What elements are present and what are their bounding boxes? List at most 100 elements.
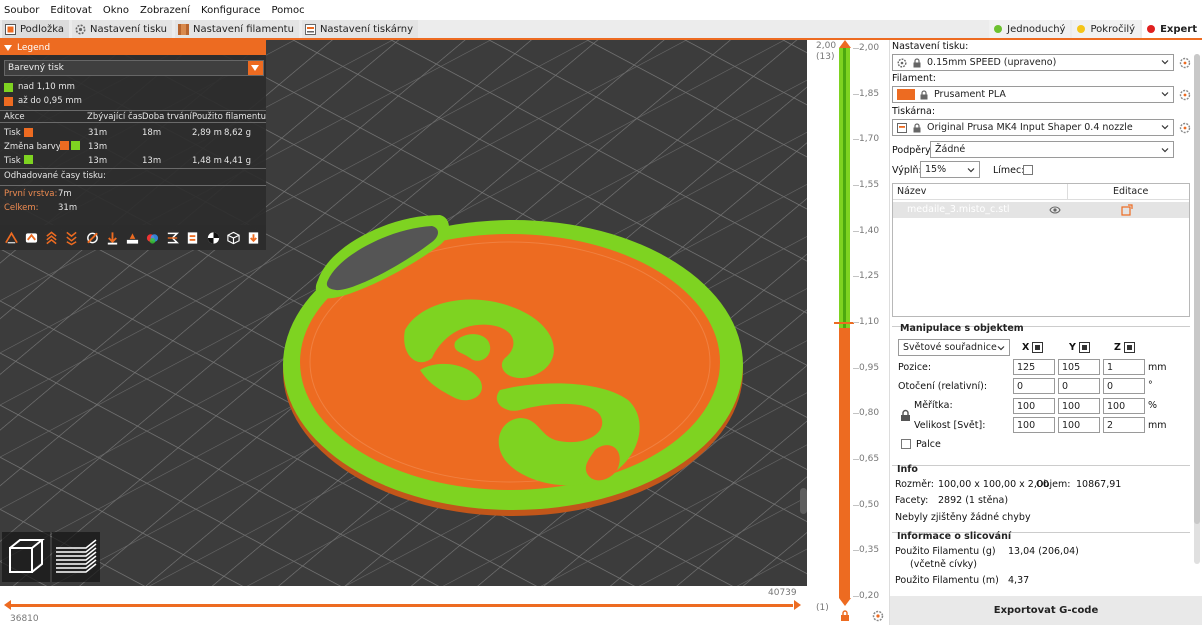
menu-configuration[interactable]: Konfigurace <box>201 5 260 16</box>
size-z-input[interactable]: 2 <box>1103 417 1145 433</box>
scale-y-input[interactable]: 100 <box>1058 398 1100 414</box>
rotation-y-input[interactable]: 0 <box>1058 378 1100 394</box>
size-label: Velikost [Svět]: <box>914 420 986 431</box>
tab-plater[interactable]: Podložka <box>2 20 70 38</box>
vslider-tick-label: 0,80 <box>859 408 880 419</box>
wipe-icon[interactable] <box>24 230 39 246</box>
print-profile-select[interactable]: 0.15mm SPEED (upraveno) <box>892 54 1174 71</box>
legend-toggle-icon[interactable] <box>246 230 261 246</box>
3d-view-button[interactable] <box>2 532 50 582</box>
chevron-down-icon <box>1161 92 1169 97</box>
menu-file[interactable]: Soubor <box>4 5 39 16</box>
tab-filament-settings[interactable]: Nastavení filamentu <box>175 20 299 38</box>
object-list[interactable]: Název Editace medaile_3.misto_c.stl <box>892 183 1190 317</box>
vslider-orange-range[interactable] <box>839 328 850 598</box>
drop-to-bed-icon[interactable] <box>1032 342 1043 353</box>
shells-icon[interactable] <box>206 230 221 246</box>
edit-preset-icon[interactable] <box>1179 122 1191 134</box>
inches-checkbox[interactable] <box>901 439 911 449</box>
printer-select[interactable]: Original Prusa MK4 Input Shaper 0.4 nozz… <box>892 119 1174 136</box>
green-swatch <box>4 82 13 92</box>
rotation-x-input[interactable]: 0 <box>1013 378 1055 394</box>
info-group <box>892 465 1190 466</box>
menu-view[interactable]: Zobrazení <box>140 5 190 16</box>
object-row[interactable]: medaile_3.misto_c.stl <box>893 202 1189 218</box>
hslider-track[interactable] <box>8 604 793 607</box>
chevron-down-icon <box>1161 60 1169 65</box>
rotation-unit: ° <box>1148 380 1153 391</box>
filament-select[interactable]: Prusament PLA <box>892 86 1174 103</box>
slider-right-arrow-icon[interactable] <box>794 600 801 610</box>
info-title: Info <box>897 464 918 475</box>
editing-column-header[interactable]: Editace <box>1113 186 1148 197</box>
tool-marker-icon[interactable] <box>226 230 241 246</box>
object-name[interactable]: medaile_3.misto_c.stl <box>907 204 1010 215</box>
sidebar-scroll-thumb[interactable] <box>1194 54 1200 524</box>
infill-select[interactable]: 15% <box>920 161 980 178</box>
lower-thumb-icon[interactable] <box>839 598 851 606</box>
position-y-input[interactable]: 105 <box>1058 359 1100 375</box>
custom-gcodes-icon[interactable] <box>165 230 180 246</box>
axis-z-label: Z <box>1114 342 1121 353</box>
name-column-header[interactable]: Název <box>897 186 926 197</box>
edit-object-icon[interactable] <box>1121 204 1133 216</box>
color-changes-icon[interactable] <box>125 230 140 246</box>
edit-preset-icon[interactable] <box>1179 57 1191 69</box>
row-duration: 13m <box>142 156 162 166</box>
filament-color-swatch[interactable] <box>897 89 915 100</box>
scale-label: Měřítka: <box>914 400 953 411</box>
retractions-icon[interactable] <box>44 230 59 246</box>
brim-checkbox[interactable] <box>1023 165 1033 175</box>
upper-thumb-icon[interactable] <box>839 40 851 48</box>
lock-scale-icon[interactable] <box>900 409 911 422</box>
supports-select[interactable]: Žádné <box>930 141 1174 158</box>
legend-header[interactable]: Legend <box>0 40 266 55</box>
menu-window[interactable]: Okno <box>103 5 129 16</box>
center-of-gravity-icon[interactable] <box>185 230 200 246</box>
size-y-input[interactable]: 100 <box>1058 417 1100 433</box>
coordinate-system-select[interactable]: Světové souřadnice <box>898 339 1010 356</box>
eye-icon[interactable] <box>1049 205 1061 215</box>
tab-print-settings[interactable]: Nastavení tisku <box>72 20 172 38</box>
scale-z-value: 100 <box>1107 400 1126 412</box>
viewport-scroll-thumb[interactable] <box>800 488 807 514</box>
travel-icon[interactable] <box>4 230 19 246</box>
vertical-layer-slider[interactable]: 2,00 (13) 2,00 1,85 1,70 1,55 1,40 1,25 1,10 0,… <box>807 40 889 625</box>
vslider-tick-label: 1,85 <box>859 88 880 99</box>
menu-help[interactable]: Pomoc <box>271 5 304 16</box>
edit-preset-icon[interactable] <box>1179 89 1191 101</box>
mode-simple-button[interactable]: Jednoduchý <box>989 20 1071 38</box>
scale-z-input[interactable]: 100 <box>1103 398 1145 414</box>
layers-view-button[interactable] <box>52 532 100 582</box>
drop-to-bed-icon[interactable] <box>1124 342 1135 353</box>
vslider-tick-label: 2,00 <box>859 43 880 53</box>
menu-edit[interactable]: Editovat <box>50 5 91 16</box>
facets-value: 2892 (1 stěna) <box>938 495 1009 506</box>
lock-icon[interactable] <box>839 610 851 622</box>
export-gcode-button[interactable]: Exportovat G-code <box>890 596 1202 625</box>
size-x-input[interactable]: 100 <box>1013 417 1055 433</box>
legend-view-type-select[interactable]: Barevný tisk <box>4 60 264 76</box>
pause-prints-icon[interactable] <box>145 230 160 246</box>
deretractions-icon[interactable] <box>64 230 79 246</box>
horizontal-move-slider[interactable]: 40739 36810 <box>0 586 817 625</box>
vslider-tick <box>853 230 859 232</box>
tab-printer-settings-label: Nastavení tiskárny <box>319 23 414 35</box>
orange-swatch <box>24 128 33 137</box>
rotation-z-input[interactable]: 0 <box>1103 378 1145 394</box>
infill-value: 15% <box>925 164 947 175</box>
mode-advanced-button[interactable]: Pokročilý <box>1072 20 1141 38</box>
settings-cog-icon[interactable] <box>872 610 884 622</box>
color-change-marker[interactable] <box>834 322 854 326</box>
scale-x-input[interactable]: 100 <box>1013 398 1055 414</box>
tool-changes-icon[interactable] <box>105 230 120 246</box>
3d-viewport[interactable]: Legend Barevný tisk nad 1,10 mm až do 0,… <box>0 40 807 586</box>
tab-filament-settings-label: Nastavení filamentu <box>193 23 294 35</box>
mode-expert-button[interactable]: Expert <box>1142 20 1202 38</box>
position-z-input[interactable]: 1 <box>1103 359 1145 375</box>
position-x-input[interactable]: 125 <box>1013 359 1055 375</box>
seams-icon[interactable] <box>85 230 100 246</box>
tab-printer-settings[interactable]: Nastavení tiskárny <box>301 20 419 38</box>
drop-to-bed-icon[interactable] <box>1079 342 1090 353</box>
inches-label: Palce <box>916 439 941 450</box>
